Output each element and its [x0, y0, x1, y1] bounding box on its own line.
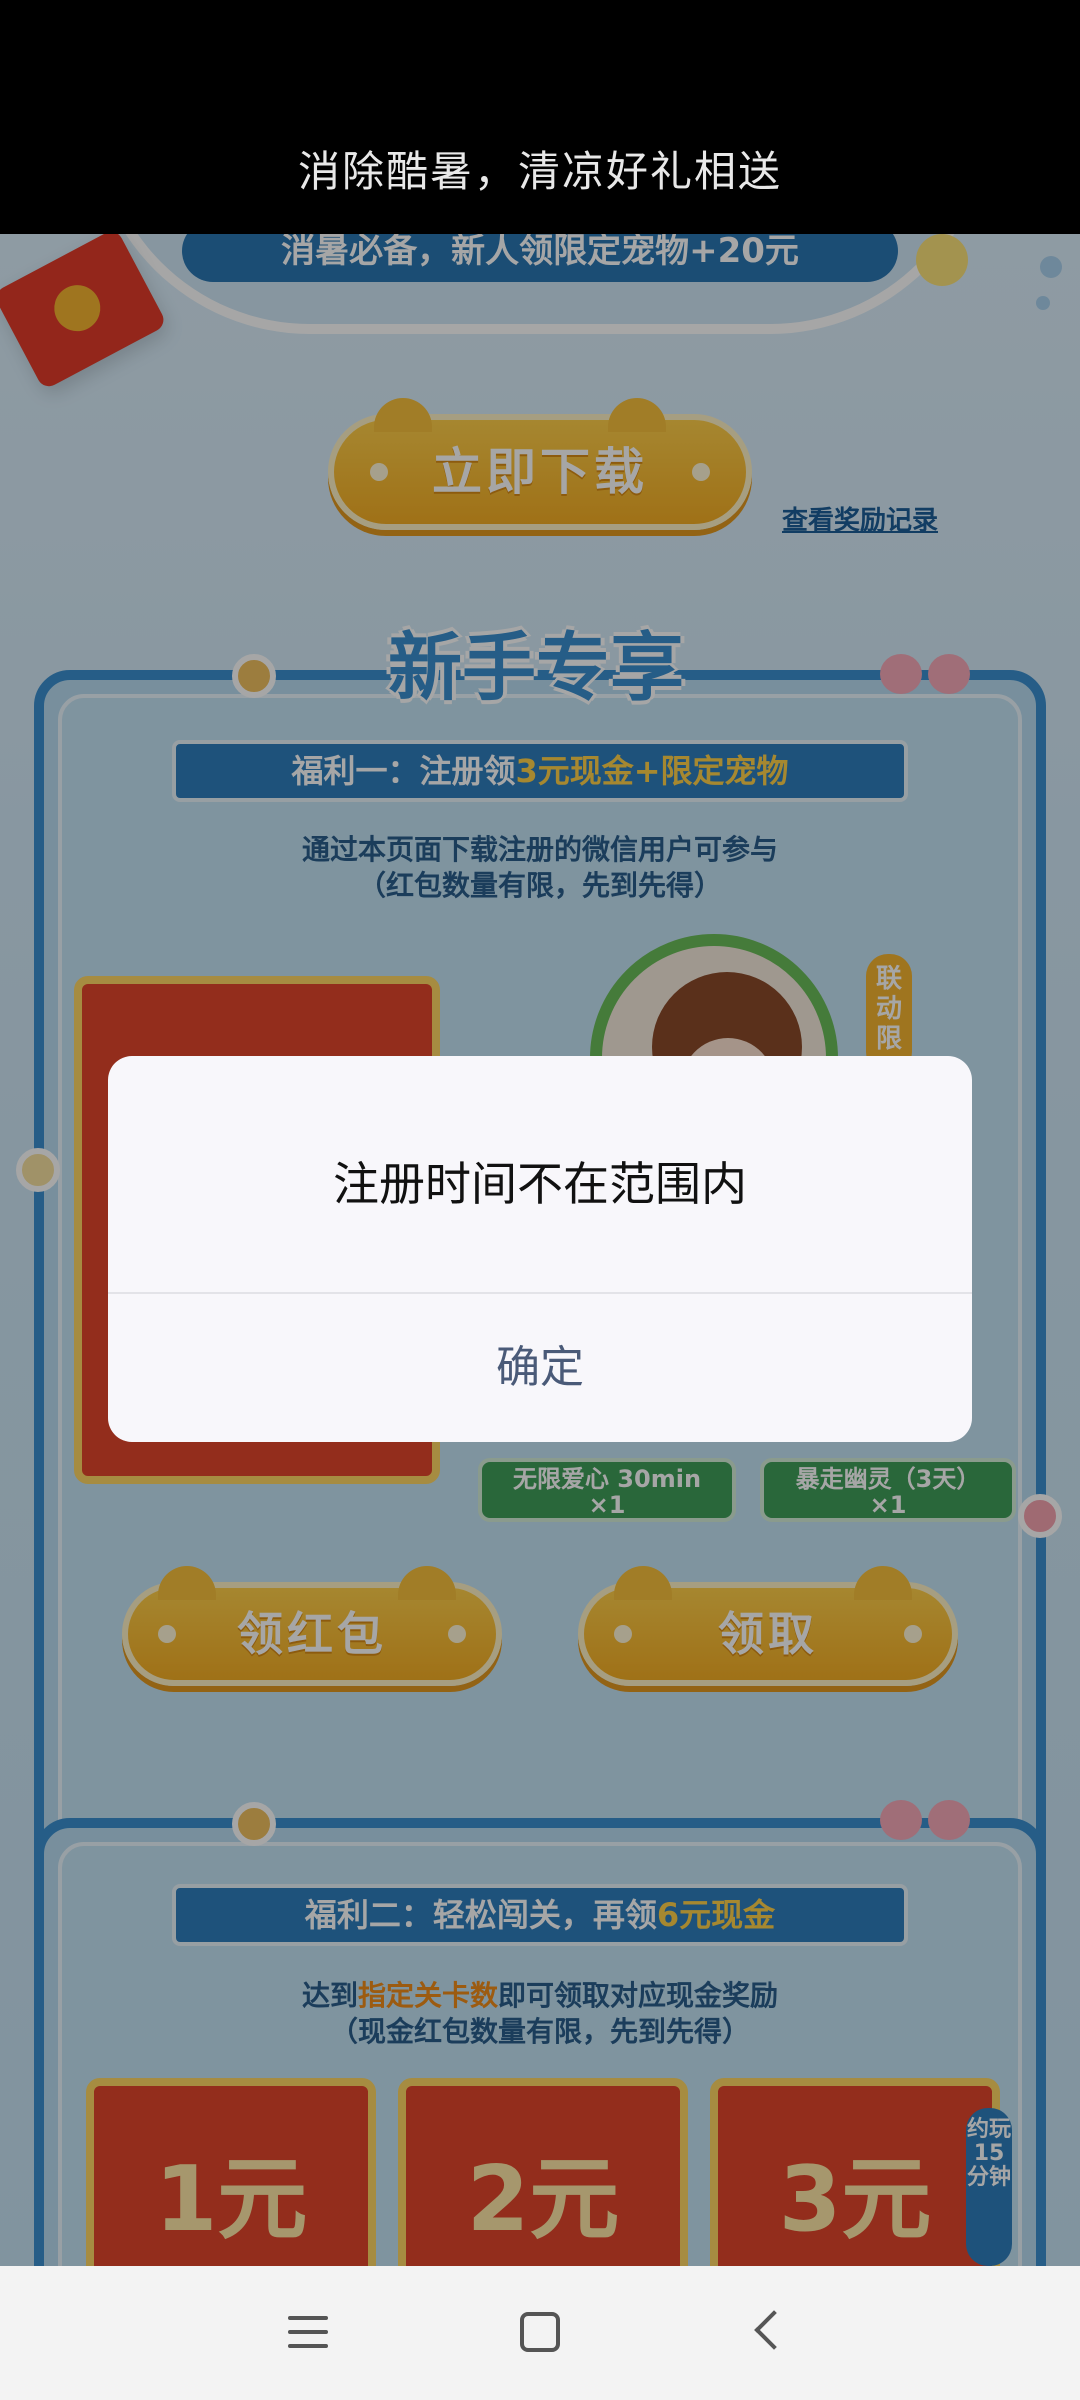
back-button[interactable] — [700, 2266, 840, 2400]
menu-button[interactable] — [238, 2266, 378, 2400]
menu-icon — [288, 2312, 328, 2352]
home-button[interactable] — [470, 2266, 610, 2400]
dialog-message: 注册时间不在范围内 — [333, 1157, 747, 1211]
alert-dialog: 注册时间不在范围内 确定 — [108, 1056, 972, 1442]
title-bar: 消除酷暑，清凉好礼相送 — [0, 0, 1080, 234]
confirm-button[interactable]: 确定 — [108, 1294, 972, 1442]
back-icon — [754, 2310, 794, 2350]
home-icon — [520, 2312, 560, 2352]
page-title: 消除酷暑，清凉好礼相送 — [297, 147, 782, 196]
system-nav-bar — [0, 2266, 1080, 2400]
